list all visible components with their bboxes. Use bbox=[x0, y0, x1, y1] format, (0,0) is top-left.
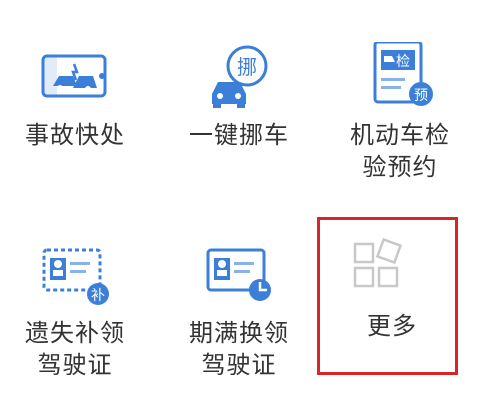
license-card-renew-icon bbox=[206, 248, 271, 301]
badge-text: 检 bbox=[396, 54, 410, 70]
tile-label: 期满换领 驾驶证 bbox=[189, 319, 289, 379]
tile-inspection[interactable]: 检 预 机动车检 验预约 bbox=[325, 0, 475, 190]
badge-text: 预 bbox=[414, 88, 428, 104]
service-grid: 事故快处 挪 一键挪车 检 预 机动车检 验预约 补 遗失补领 驾驶证 期满换领… bbox=[0, 0, 481, 401]
tile-label: 更多 bbox=[367, 312, 417, 340]
tile-move-car[interactable]: 挪 一键挪车 bbox=[164, 0, 314, 190]
more-grid-icon bbox=[353, 238, 403, 288]
tile-more[interactable]: 更多 bbox=[325, 198, 475, 388]
tile-label: 遗失补领 驾驶证 bbox=[25, 319, 125, 379]
tile-accident[interactable]: 事故快处 bbox=[0, 0, 150, 190]
tile-license-renewal[interactable]: 期满换领 驾驶证 bbox=[164, 198, 314, 388]
badge-text: 挪 bbox=[237, 55, 257, 79]
inspection-document-icon: 检 预 bbox=[373, 42, 433, 106]
tile-label: 事故快处 bbox=[25, 121, 125, 149]
badge-text: 补 bbox=[91, 288, 105, 304]
license-card-reissue-icon: 补 bbox=[42, 248, 109, 305]
tile-license-reissue[interactable]: 补 遗失补领 驾驶证 bbox=[0, 198, 150, 388]
tile-label: 一键挪车 bbox=[189, 121, 289, 149]
car-accident-camera-icon bbox=[41, 54, 107, 98]
tile-label: 机动车检 验预约 bbox=[350, 121, 450, 181]
car-move-badge-icon: 挪 bbox=[212, 45, 268, 108]
